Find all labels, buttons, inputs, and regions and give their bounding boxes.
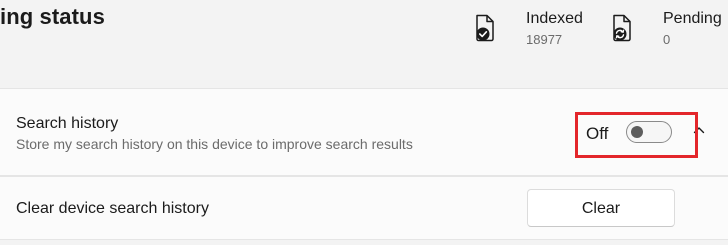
document-check-icon <box>474 14 498 42</box>
document-sync-icon <box>611 14 635 42</box>
indexed-stat: Indexed 18977 <box>474 8 604 52</box>
toggle-state-label: Off <box>586 124 609 143</box>
indexed-count: 18977 <box>526 32 563 47</box>
indexing-status-header: ing status Indexed 18977 Pending 0 <box>0 0 728 88</box>
clear-button[interactable]: Clear <box>527 189 675 227</box>
searching-windows-settings-page: ing status Indexed 18977 Pending 0 Searc… <box>0 0 728 245</box>
search-history-toggle[interactable] <box>626 121 672 143</box>
indexing-status-title: ing status <box>0 4 105 29</box>
search-history-card[interactable]: Search history Store my search history o… <box>0 88 728 176</box>
search-history-toggle-group: Off <box>578 114 700 154</box>
toggle-knob <box>631 126 643 138</box>
pending-label: Pending <box>663 10 722 27</box>
search-history-title: Search history <box>16 115 119 132</box>
pending-stat: Pending 0 <box>611 8 728 52</box>
clear-search-history-title: Clear device search history <box>16 200 209 217</box>
chevron-up-icon[interactable] <box>692 123 706 137</box>
indexed-label: Indexed <box>526 10 583 27</box>
clear-search-history-card: Clear device search history Clear <box>0 176 728 240</box>
pending-count: 0 <box>663 32 671 47</box>
search-history-description: Store my search history on this device t… <box>16 136 413 152</box>
